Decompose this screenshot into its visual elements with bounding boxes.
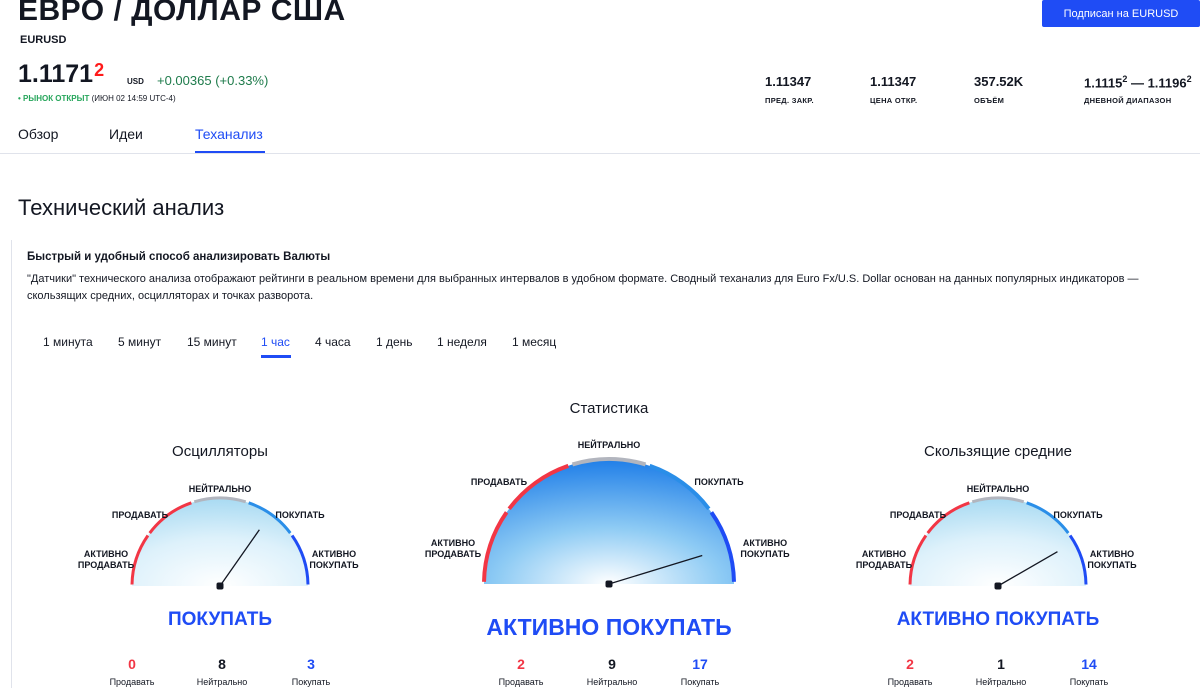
oscillators-buy-caption: Покупать xyxy=(291,677,331,687)
oscillators-label-buy: ПОКУПАТЬ xyxy=(275,510,325,520)
summary-sell-count: 2 xyxy=(517,656,525,672)
summary-neutral-caption: Нейтрально xyxy=(586,677,638,687)
strong-sell-line1: АКТИВНО xyxy=(861,549,907,559)
oscillators-verdict: ПОКУПАТЬ xyxy=(167,609,273,630)
summary-sell-caption: Продавать xyxy=(498,677,544,687)
ma-verdict: АКТИВНО ПОКУПАТЬ xyxy=(896,609,1100,630)
strong-buy-line1: АКТИВНО xyxy=(1089,549,1135,559)
needle-pivot xyxy=(216,582,224,590)
oscillators-buy-count: 3 xyxy=(307,656,315,672)
ma-buy-count: 14 xyxy=(1081,656,1097,672)
oscillators-sell-caption: Продавать xyxy=(109,677,155,687)
moving-averages-title: Скользящие средние xyxy=(924,443,1072,460)
strong-sell-line2: ПРОДАВАТЬ xyxy=(424,549,482,559)
ma-label-buy: ПОКУПАТЬ xyxy=(1053,510,1103,520)
oscillators-label-neutral: НЕЙТРАЛЬНО xyxy=(188,484,252,494)
needle-pivot xyxy=(994,582,1002,590)
needle-pivot xyxy=(605,580,613,588)
summary-verdict: АКТИВНО ПОКУПАТЬ xyxy=(486,614,732,640)
oscillators-sell-count: 0 xyxy=(128,656,136,672)
oscillators-neutral-count: 8 xyxy=(218,656,226,672)
ma-label-neutral: НЕЙТРАЛЬНО xyxy=(966,484,1030,494)
summary-label-buy: ПОКУПАТЬ xyxy=(694,477,744,487)
summary-label-neutral: НЕЙТРАЛЬНО xyxy=(577,440,641,450)
summary-label-strong-buy: АКТИВНО ПОКУПАТЬ xyxy=(740,538,789,560)
strong-sell-line2: ПРОДАВАТЬ xyxy=(855,560,913,570)
oscillators-neutral-caption: Нейтрально xyxy=(196,677,248,687)
ma-neutral-caption: Нейтрально xyxy=(975,677,1027,687)
strong-sell-line2: ПРОДАВАТЬ xyxy=(77,560,135,570)
strong-buy-line2: ПОКУПАТЬ xyxy=(1087,560,1137,570)
oscillators-label-strong-buy: АКТИВНО ПОКУПАТЬ xyxy=(309,549,358,571)
summary-buy-count: 17 xyxy=(692,656,708,672)
ma-neutral-count: 1 xyxy=(997,656,1005,672)
summary-buy-caption: Покупать xyxy=(680,677,720,687)
oscillators-label-sell: ПРОДАВАТЬ xyxy=(111,510,169,520)
ma-sell-caption: Продавать xyxy=(887,677,933,687)
summary-label-strong-sell: АКТИВНО ПРОДАВАТЬ xyxy=(425,538,481,560)
ma-label-sell: ПРОДАВАТЬ xyxy=(889,510,947,520)
strong-buy-line2: ПОКУПАТЬ xyxy=(740,549,790,559)
ma-label-strong-sell: АКТИВНО ПРОДАВАТЬ xyxy=(856,549,912,571)
strong-buy-line1: АКТИВНО xyxy=(311,549,357,559)
oscillators-label-strong-sell: АКТИВНО ПРОДАВАТЬ xyxy=(78,549,134,571)
summary-label-sell: ПРОДАВАТЬ xyxy=(470,477,528,487)
strong-sell-line1: АКТИВНО xyxy=(83,549,129,559)
strong-sell-line1: АКТИВНО xyxy=(430,538,476,548)
ma-label-strong-buy: АКТИВНО ПОКУПАТЬ xyxy=(1087,549,1136,571)
strong-buy-line1: АКТИВНО xyxy=(742,538,788,548)
ma-buy-caption: Покупать xyxy=(1069,677,1109,687)
gauges-svg xyxy=(130,457,1088,590)
ma-sell-count: 2 xyxy=(906,656,914,672)
strong-buy-line2: ПОКУПАТЬ xyxy=(309,560,359,570)
summary-title: Статистика xyxy=(569,400,649,417)
summary-neutral-count: 9 xyxy=(608,656,616,672)
